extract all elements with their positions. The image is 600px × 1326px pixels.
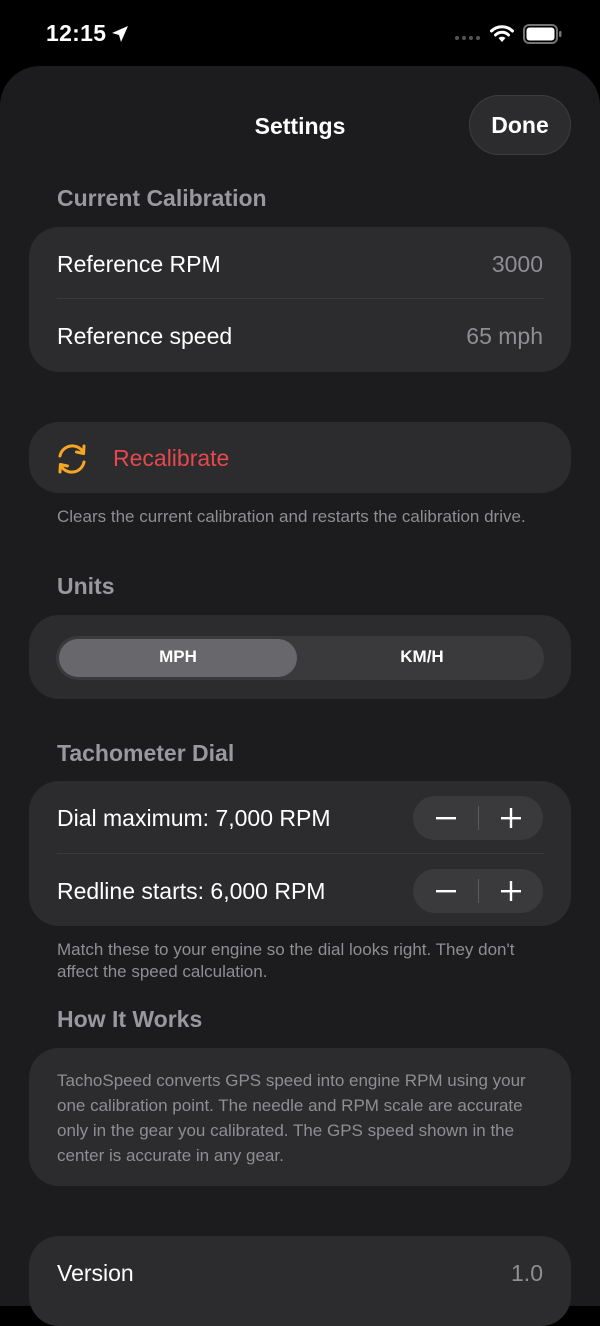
plus-icon [500, 881, 521, 901]
battery-icon [523, 24, 562, 44]
redline-label: Redline starts: 6,000 RPM [57, 878, 326, 904]
divider [57, 853, 544, 854]
dial-maximum-decrement-button[interactable] [413, 796, 478, 840]
cellular-dots-icon [455, 36, 480, 40]
reference-rpm-value: 3000 [491, 251, 543, 277]
segment-kmh[interactable]: KM/H [300, 647, 544, 667]
divider [57, 298, 544, 299]
done-button[interactable]: Done [469, 95, 571, 155]
status-time: 12:15 [46, 20, 107, 46]
recalibrate-footnote: Clears the current calibration and resta… [57, 507, 526, 526]
refresh-arrows-icon [58, 444, 86, 474]
minus-icon [435, 817, 456, 820]
plus-icon [500, 808, 521, 828]
section-header-calibration: Current Calibration [57, 185, 267, 211]
section-header-how-it-works: How It Works [57, 1006, 203, 1032]
dial-maximum-label: Dial maximum: 7,000 RPM [57, 805, 331, 831]
section-header-units: Units [57, 573, 115, 599]
segment-mph[interactable]: MPH [56, 647, 300, 667]
dial-maximum-stepper [413, 796, 543, 840]
version-label: Version [57, 1260, 134, 1286]
reference-speed-value: 65 mph [466, 323, 543, 349]
reference-speed-label: Reference speed [57, 323, 233, 349]
how-it-works-text: TachoSpeed converts GPS speed into engin… [57, 1071, 526, 1165]
recalibrate-label: Recalibrate [113, 445, 230, 471]
section-header-tachometer: Tachometer Dial [57, 740, 235, 766]
dial-maximum-increment-button[interactable] [478, 796, 543, 840]
tachometer-footnote: Match these to your engine so the dial l… [57, 940, 515, 981]
calibration-card [29, 227, 571, 372]
redline-decrement-button[interactable] [413, 869, 478, 913]
reference-rpm-label: Reference RPM [57, 251, 221, 277]
recalibrate-button[interactable] [29, 422, 571, 493]
status-bar: 12:15 [0, 0, 600, 66]
minus-icon [435, 890, 456, 893]
wifi-icon [490, 25, 514, 42]
redline-stepper [413, 869, 543, 913]
units-segmented-control: MPH KM/H [56, 636, 544, 680]
location-arrow-icon [112, 26, 128, 42]
redline-increment-button[interactable] [478, 869, 543, 913]
version-value: 1.0 [511, 1260, 543, 1286]
